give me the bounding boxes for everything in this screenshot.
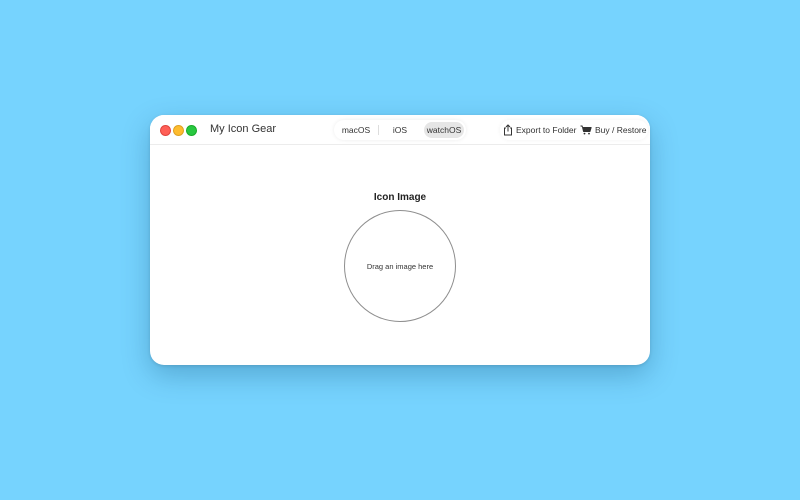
- export-to-folder-button[interactable]: Export to Folder: [503, 120, 576, 140]
- toolbar-actions: Export to Folder Buy / Restore: [500, 120, 648, 140]
- cart-icon: [580, 125, 592, 135]
- platform-segmented-control: macOS iOS watchOS: [334, 120, 466, 140]
- tab-macos[interactable]: macOS: [338, 122, 374, 138]
- zoom-window-button[interactable]: [186, 125, 197, 136]
- segment-divider: [378, 125, 379, 135]
- buy-restore-label: Buy / Restore: [595, 125, 647, 135]
- icon-image-heading: Icon Image: [373, 192, 427, 203]
- tab-watchos[interactable]: watchOS: [424, 122, 464, 138]
- export-label: Export to Folder: [516, 125, 577, 135]
- tab-ios[interactable]: iOS: [382, 122, 418, 138]
- title-bar: My Icon Gear macOS iOS watchOS Export to…: [150, 115, 650, 145]
- share-icon: [504, 124, 512, 136]
- close-window-button[interactable]: [160, 125, 171, 136]
- app-window: My Icon Gear macOS iOS watchOS Export to…: [150, 115, 650, 365]
- image-drop-zone[interactable]: Drag an image here: [344, 210, 456, 322]
- window-title: My Icon Gear: [210, 123, 277, 135]
- minimize-window-button[interactable]: [173, 125, 184, 136]
- buy-restore-button[interactable]: Buy / Restore: [580, 120, 647, 140]
- drop-zone-hint: Drag an image here: [366, 261, 434, 271]
